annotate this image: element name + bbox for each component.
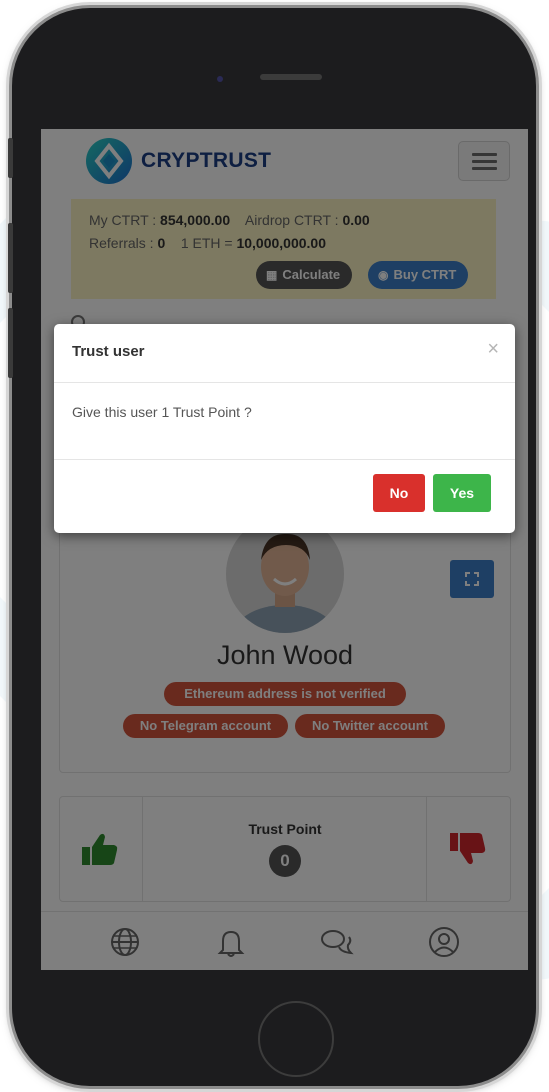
- phone-volume-up-button: [8, 223, 13, 293]
- phone-volume-down-button: [8, 308, 13, 378]
- modal-header: Trust user ×: [54, 324, 515, 383]
- no-button[interactable]: No: [373, 474, 425, 512]
- earpiece-speaker: [260, 74, 322, 80]
- modal-message: Give this user 1 Trust Point ?: [72, 404, 252, 420]
- front-camera: [217, 76, 223, 82]
- close-icon[interactable]: ×: [487, 338, 499, 361]
- modal-footer: No Yes: [54, 459, 515, 533]
- modal-title: Trust user: [72, 343, 145, 360]
- trust-user-modal: Trust user × Give this user 1 Trust Poin…: [54, 324, 515, 533]
- yes-button[interactable]: Yes: [433, 474, 491, 512]
- phone-mute-button: [8, 138, 13, 178]
- app-screen: CRYPTRUST My CTRT : 854,000.00 Airdrop C…: [41, 129, 528, 970]
- modal-backdrop[interactable]: [41, 129, 528, 970]
- home-button[interactable]: [258, 1001, 334, 1077]
